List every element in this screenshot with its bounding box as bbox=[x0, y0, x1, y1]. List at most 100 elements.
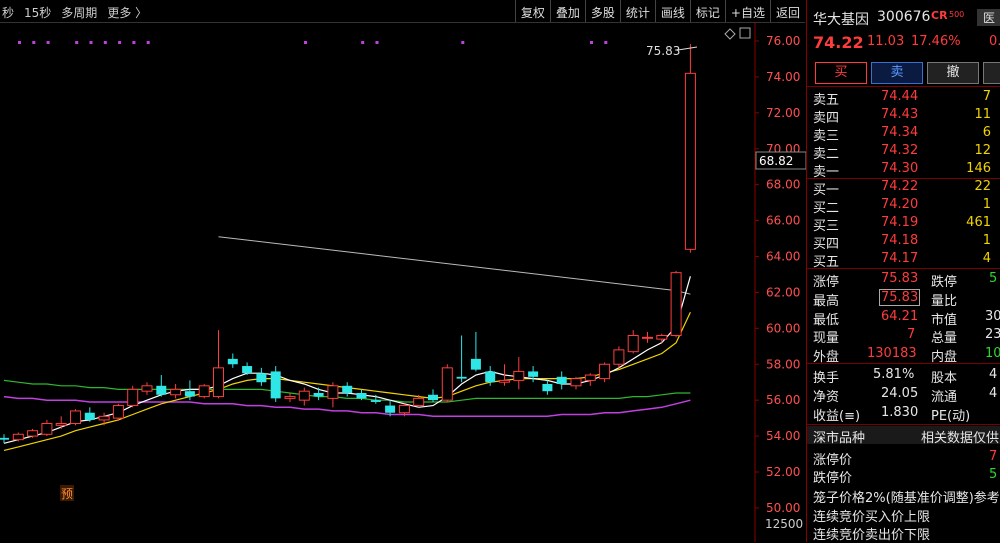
candle-up[interactable] bbox=[570, 376, 582, 390]
bid-level-row[interactable]: 买五 74.17 4 bbox=[807, 250, 1000, 270]
event-marker-dot[interactable] bbox=[461, 41, 465, 44]
candle-up[interactable] bbox=[613, 346, 625, 368]
overlay-button[interactable]: 叠加 bbox=[549, 0, 585, 22]
event-marker-dot[interactable] bbox=[46, 41, 50, 44]
candle-body bbox=[170, 388, 182, 396]
event-marker-dot[interactable] bbox=[375, 41, 379, 44]
candle-up[interactable] bbox=[441, 364, 453, 402]
candle-up[interactable] bbox=[27, 428, 39, 438]
cancel-order-button[interactable]: 撤 bbox=[927, 62, 979, 84]
candlestick-chart[interactable]: 76.0074.0072.0070.0068.0066.0064.0062.00… bbox=[0, 23, 806, 542]
event-marker-dot[interactable] bbox=[32, 41, 36, 44]
event-marker-dot[interactable] bbox=[604, 41, 608, 44]
back-button[interactable]: 返回 bbox=[769, 0, 805, 22]
high-label: 最高 bbox=[813, 294, 840, 309]
chart-toolbar: 秒 15秒 多周期 更多 〉 复权 叠加 多股 统计 画线 标记 +自选 返回 bbox=[0, 0, 805, 23]
candle-body bbox=[256, 373, 267, 383]
candle-up[interactable] bbox=[127, 385, 139, 408]
cost-line bbox=[218, 236, 691, 295]
bid-level-volume: 1 bbox=[982, 197, 991, 212]
candle-down[interactable] bbox=[313, 387, 324, 401]
statistics-button[interactable]: 统计 bbox=[619, 0, 655, 22]
candle-down[interactable] bbox=[270, 366, 281, 402]
ask-level-row[interactable]: 卖四 74.43 11 bbox=[807, 106, 1000, 126]
period-seconds[interactable]: 秒 bbox=[2, 4, 14, 21]
candle-up[interactable] bbox=[213, 330, 224, 399]
candle-up[interactable] bbox=[513, 357, 525, 390]
float-shares-value: 4 bbox=[989, 386, 998, 401]
chart-settings-icon[interactable] bbox=[724, 27, 751, 40]
candle-down[interactable] bbox=[470, 331, 481, 372]
candle-down[interactable] bbox=[428, 389, 438, 402]
candle-down[interactable] bbox=[528, 366, 539, 383]
sector-tag[interactable]: 医 bbox=[977, 9, 1000, 26]
candle-up[interactable] bbox=[627, 330, 639, 354]
bid-level-price: 74.18 bbox=[881, 233, 919, 248]
total-volume-label: 总量 bbox=[931, 331, 958, 346]
candle-up[interactable] bbox=[41, 419, 53, 437]
candle-up[interactable] bbox=[98, 412, 110, 426]
last-price: 74.22 bbox=[813, 33, 864, 52]
candle-up[interactable] bbox=[55, 416, 67, 429]
more-order-button[interactable] bbox=[983, 62, 1000, 84]
ask-level-row[interactable]: 卖五 74.44 7 bbox=[807, 88, 1000, 108]
candle-up[interactable] bbox=[70, 409, 81, 426]
ask-level-price: 74.43 bbox=[881, 107, 919, 122]
buy-button[interactable]: 买 bbox=[815, 62, 867, 84]
divider bbox=[807, 424, 1000, 425]
sell-button[interactable]: 卖 bbox=[871, 62, 923, 84]
candle-up[interactable] bbox=[670, 270, 682, 338]
candle-up[interactable] bbox=[170, 384, 182, 399]
ask-level-row[interactable]: 卖三 74.34 6 bbox=[807, 124, 1000, 144]
multi-stock-button[interactable]: 多股 bbox=[584, 0, 620, 22]
candle-up[interactable] bbox=[642, 331, 653, 343]
candle-down[interactable] bbox=[242, 362, 253, 376]
event-marker-dot[interactable] bbox=[361, 41, 365, 44]
candle-down[interactable] bbox=[556, 371, 567, 390]
candle-up[interactable] bbox=[684, 44, 696, 253]
event-marker-dot[interactable] bbox=[146, 41, 150, 44]
candle-up[interactable] bbox=[656, 333, 668, 343]
ask-level-row[interactable]: 卖一 74.30 146 bbox=[807, 160, 1000, 180]
candle-down[interactable] bbox=[227, 353, 238, 368]
candle-down[interactable] bbox=[342, 382, 353, 397]
event-marker-dot[interactable] bbox=[590, 41, 593, 44]
event-marker-dot[interactable] bbox=[18, 41, 21, 44]
ask-level-row[interactable]: 卖二 74.32 12 bbox=[807, 142, 1000, 162]
multi-period-button[interactable]: 多周期 bbox=[61, 4, 97, 21]
event-marker-dot[interactable] bbox=[103, 41, 107, 44]
candle-down[interactable] bbox=[456, 335, 467, 383]
candle-down[interactable] bbox=[84, 407, 95, 422]
candle-up[interactable] bbox=[599, 362, 611, 383]
ask-level-volume: 11 bbox=[974, 107, 991, 122]
bid-level-row[interactable]: 买一 74.22 22 bbox=[807, 178, 1000, 198]
event-marker-dot[interactable] bbox=[118, 41, 122, 44]
candle-down[interactable] bbox=[256, 367, 267, 386]
mark-button[interactable]: 标记 bbox=[689, 0, 725, 22]
candle-up[interactable] bbox=[284, 392, 296, 402]
candle-down[interactable] bbox=[156, 375, 167, 397]
candle-up[interactable] bbox=[198, 384, 210, 399]
candle-up[interactable] bbox=[584, 373, 596, 386]
volume-axis-label: 12500 bbox=[765, 517, 803, 531]
bid-level-row[interactable]: 买二 74.20 1 bbox=[807, 196, 1000, 216]
period-15s[interactable]: 15秒 bbox=[24, 4, 51, 21]
candle-up[interactable] bbox=[141, 382, 153, 395]
restore-rights-button[interactable]: 复权 bbox=[514, 0, 550, 22]
bid-level-row[interactable]: 买四 74.18 1 bbox=[807, 232, 1000, 252]
candle-up[interactable] bbox=[298, 387, 310, 406]
bid-level-row[interactable]: 买三 74.19 461 bbox=[807, 214, 1000, 234]
candle-up[interactable] bbox=[12, 432, 24, 442]
candle-up[interactable] bbox=[112, 403, 124, 420]
event-marker-dot[interactable] bbox=[132, 41, 136, 44]
event-marker-dot[interactable] bbox=[89, 41, 93, 44]
draw-line-button[interactable]: 画线 bbox=[654, 0, 690, 22]
more-button[interactable]: 更多 〉 bbox=[107, 4, 147, 21]
price-change: 11.03 bbox=[867, 34, 905, 49]
candle-up[interactable] bbox=[327, 382, 339, 408]
candle-down[interactable] bbox=[542, 380, 553, 395]
event-marker-dot[interactable] bbox=[304, 41, 307, 44]
add-watchlist-button[interactable]: +自选 bbox=[724, 0, 770, 22]
limit-down-price-value: 5 bbox=[989, 467, 998, 482]
event-marker-dot[interactable] bbox=[75, 41, 79, 44]
